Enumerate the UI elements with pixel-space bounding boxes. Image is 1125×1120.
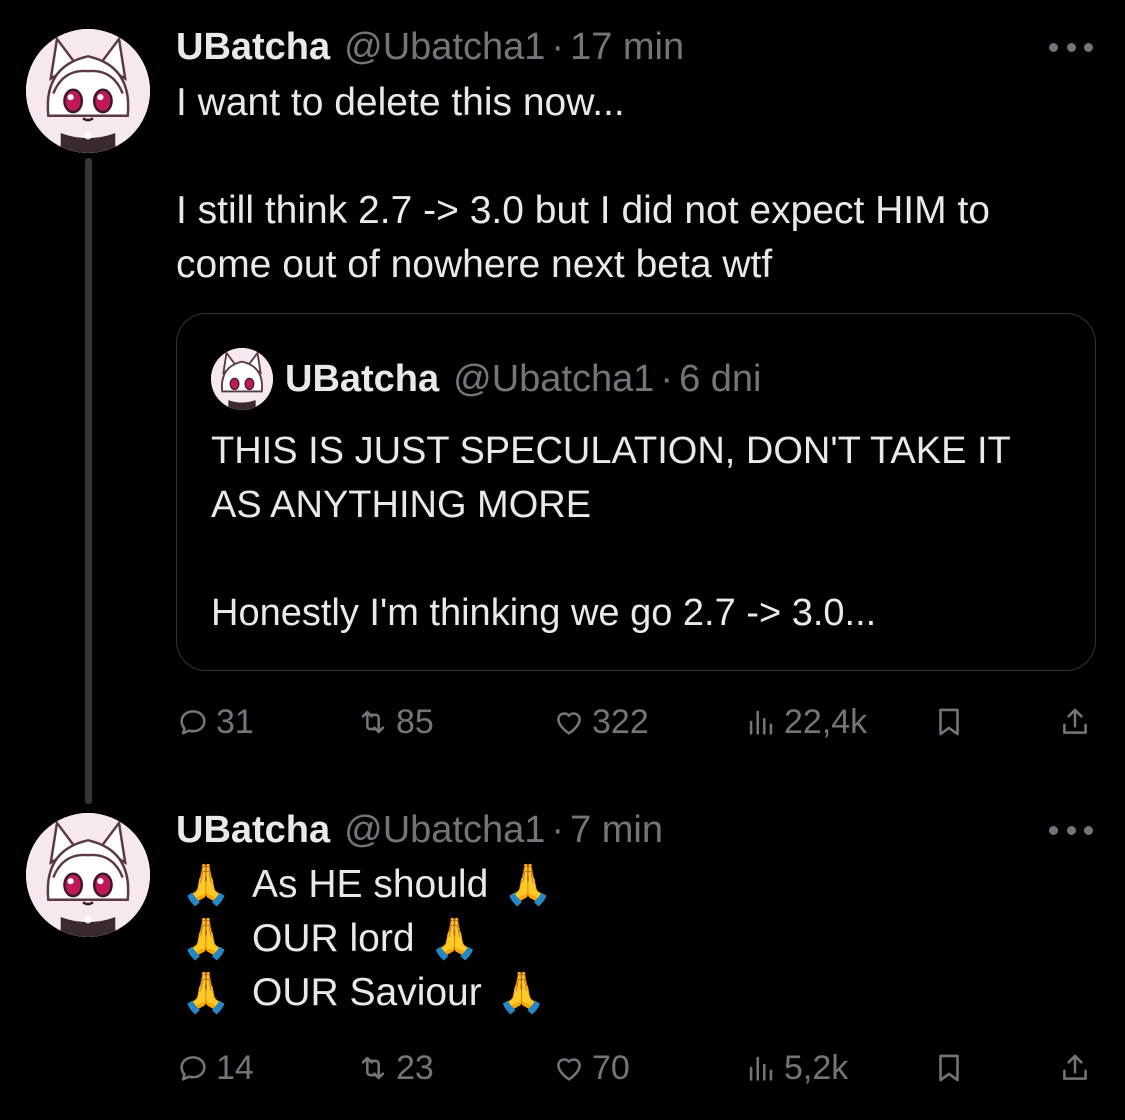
tweet-text-line: I still think 2.7 -> 3.0 but I did not e… [176, 189, 990, 286]
timestamp[interactable]: 17 min [570, 26, 684, 69]
views-button[interactable]: 5,2k [744, 1043, 848, 1093]
like-count: 70 [592, 1048, 630, 1087]
retweet-icon [361, 1056, 385, 1080]
like-button[interactable]: 70 [552, 1043, 630, 1093]
prayer-emoji: 🙏 [181, 971, 231, 1015]
heart-icon [557, 1058, 581, 1081]
tweet-header: UBatcha @Ubatcha1 · 7 min [176, 805, 663, 855]
retweet-count: 85 [396, 702, 434, 741]
retweet-icon [361, 710, 385, 734]
prayer-emoji: 🙏 [429, 917, 480, 961]
quoted-text-line: Honestly I'm thinking we go 2.7 -> 3.0..… [211, 592, 877, 634]
share-icon [1063, 1054, 1087, 1080]
view-count: 22,4k [784, 702, 868, 741]
retweet-button[interactable]: 23 [356, 1043, 434, 1093]
retweet-count: 23 [396, 1048, 434, 1087]
share-icon [1063, 708, 1087, 734]
reply-button[interactable]: 31 [176, 697, 254, 747]
separator: · [551, 25, 565, 68]
more-icon[interactable] [1049, 37, 1093, 57]
line-text: OUR lord [252, 917, 415, 960]
action-bar: 14 23 70 5,2k [176, 1043, 1096, 1093]
like-count: 322 [592, 702, 649, 741]
action-bar: 31 85 322 22,4k [176, 697, 1096, 747]
bookmark-button[interactable] [932, 1043, 972, 1093]
retweet-button[interactable]: 85 [356, 697, 434, 747]
tweet-text-line: 🙏 As HE should 🙏 [176, 858, 1089, 912]
prayer-emoji: 🙏 [503, 863, 554, 907]
quoted-tweet[interactable]: UBatcha @Ubatcha1 · 6 dni THIS IS JUST S… [176, 313, 1096, 671]
thread-line [85, 158, 92, 804]
reply-count: 14 [216, 1048, 254, 1087]
tweet-text-line: I want to delete this now... [176, 81, 625, 124]
quoted-tweet-text: THIS IS JUST SPECULATION, DON'T TAKE IT … [211, 424, 1055, 640]
avatar[interactable] [26, 813, 150, 937]
bookmark-button[interactable] [932, 697, 972, 747]
avatar[interactable] [211, 348, 273, 410]
share-button[interactable] [1058, 697, 1098, 747]
author-handle: @Ubatcha1 [453, 357, 655, 400]
bookmark-icon [939, 1054, 959, 1082]
heart-icon [557, 712, 581, 735]
views-icon [749, 710, 773, 735]
line-text: As HE should [252, 863, 489, 906]
tweet-text: 🙏 As HE should 🙏 🙏 OUR lord 🙏 🙏 OUR Savi… [176, 858, 1089, 1020]
separator: · [660, 357, 674, 400]
reply-icon [180, 1056, 206, 1081]
quoted-tweet-header: UBatcha @Ubatcha1 · 6 dni [285, 354, 761, 404]
timestamp: 6 dni [679, 357, 762, 400]
quoted-text-line: THIS IS JUST SPECULATION, DON'T TAKE IT … [211, 430, 1011, 526]
avatar-image [26, 29, 150, 153]
prayer-emoji: 🙏 [496, 971, 547, 1015]
bookmark-icon [939, 708, 959, 736]
prayer-emoji: 🙏 [181, 917, 231, 961]
view-count: 5,2k [784, 1048, 849, 1087]
tweet-text-line: 🙏 OUR lord 🙏 [176, 912, 1089, 966]
views-icon [749, 1056, 773, 1081]
author-name: UBatcha [285, 357, 440, 400]
author-handle[interactable]: @Ubatcha1 [344, 26, 545, 69]
avatar[interactable] [26, 29, 150, 153]
tweet-text-line: 🙏 OUR Saviour 🙏 [176, 966, 1089, 1020]
avatar-image [211, 348, 273, 410]
author-handle[interactable]: @Ubatcha1 [344, 809, 545, 852]
avatar-image [26, 813, 150, 937]
author-name[interactable]: UBatcha [176, 809, 330, 852]
reply-icon [180, 710, 206, 735]
prayer-emoji: 🙏 [181, 863, 231, 907]
tweet-text: I want to delete this now... I still thi… [176, 76, 1089, 292]
tweet-header: UBatcha @Ubatcha1 · 17 min [176, 22, 684, 72]
timestamp[interactable]: 7 min [570, 809, 663, 852]
share-button[interactable] [1058, 1043, 1098, 1093]
like-button[interactable]: 322 [552, 697, 649, 747]
reply-count: 31 [216, 702, 254, 741]
reply-button[interactable]: 14 [176, 1043, 254, 1093]
more-icon[interactable] [1049, 820, 1093, 840]
line-text: OUR Saviour [252, 971, 482, 1014]
tweet[interactable]: UBatcha @Ubatcha1 · 17 min I want to del… [0, 0, 1125, 804]
views-button[interactable]: 22,4k [744, 697, 867, 747]
tweet[interactable]: UBatcha @Ubatcha1 · 7 min 🙏 As HE should… [0, 790, 1125, 1120]
author-name[interactable]: UBatcha [176, 26, 330, 69]
separator: · [551, 808, 565, 851]
